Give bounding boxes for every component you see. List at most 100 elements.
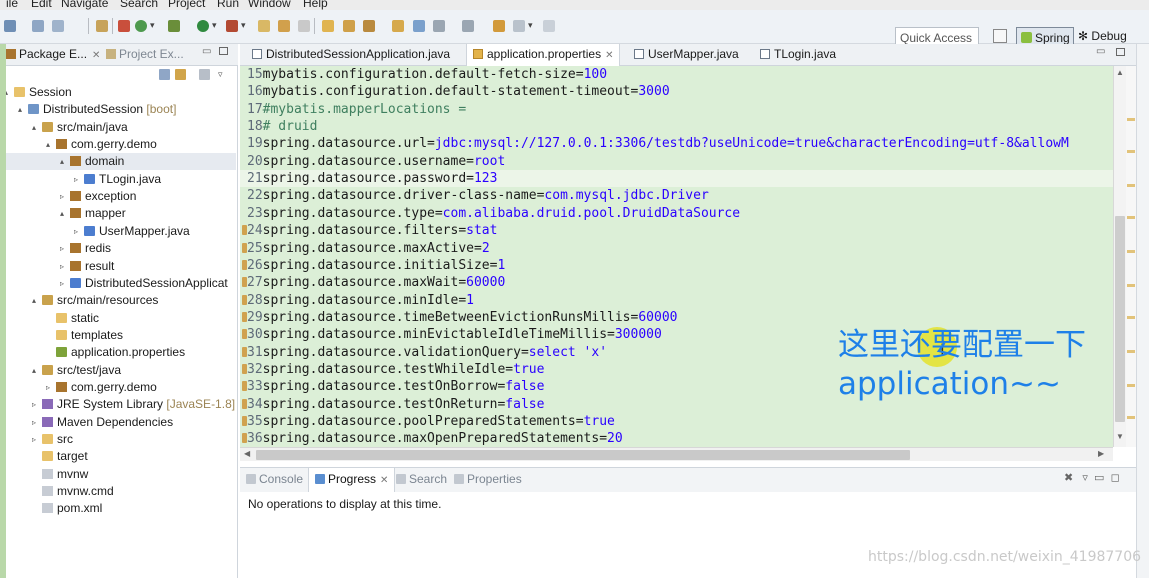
code-line[interactable]: 23spring.datasource.type=com.alibaba.dru… bbox=[240, 205, 1113, 222]
code-line[interactable]: 16mybatis.configuration.default-statemen… bbox=[240, 83, 1113, 100]
tree-item[interactable]: ▴ src/test/java bbox=[0, 362, 236, 379]
tree-item[interactable]: mvnw.cmd bbox=[0, 483, 236, 500]
menu-edit[interactable]: Edit bbox=[31, 0, 52, 10]
ruler-marker[interactable] bbox=[1127, 250, 1135, 253]
tree-item[interactable]: mvnw bbox=[0, 466, 236, 483]
tree-item[interactable]: ▴ mapper bbox=[0, 205, 236, 222]
tab-package-explorer[interactable]: Package E... ✕ bbox=[6, 47, 100, 61]
scroll-down-icon[interactable]: ▼ bbox=[1116, 432, 1124, 441]
save-all-icon[interactable] bbox=[52, 20, 64, 32]
tab-project-explorer[interactable]: Project Ex... bbox=[106, 47, 184, 61]
code-line[interactable]: 19spring.datasource.url=jdbc:mysql://127… bbox=[240, 135, 1113, 152]
tab-tlogin[interactable]: TLogin.java bbox=[754, 44, 842, 66]
tab-console[interactable]: Console bbox=[246, 472, 303, 486]
collapse-arrow-icon[interactable]: ▹ bbox=[60, 258, 70, 275]
maximize-icon[interactable]: ◻ bbox=[1111, 472, 1120, 484]
tree-item[interactable]: ▹ exception bbox=[0, 188, 236, 205]
external-tools-icon[interactable] bbox=[226, 20, 238, 32]
debug-icon[interactable] bbox=[168, 20, 180, 32]
collapse-arrow-icon[interactable]: ▹ bbox=[74, 171, 84, 188]
menu-project[interactable]: Project bbox=[168, 0, 205, 10]
close-icon[interactable]: ✕ bbox=[380, 475, 388, 486]
tab-distributed-session-application[interactable]: DistributedSessionApplication.java bbox=[246, 44, 456, 66]
build-icon[interactable] bbox=[118, 20, 130, 32]
minimize-icon[interactable]: ▭ bbox=[1094, 472, 1104, 484]
view-menu-icon[interactable]: ▿ bbox=[218, 69, 229, 80]
spring-boot-icon[interactable] bbox=[135, 20, 147, 32]
scroll-left-icon[interactable]: ◀ bbox=[244, 449, 250, 458]
ruler-marker[interactable] bbox=[1127, 284, 1135, 287]
expand-arrow-icon[interactable]: ▴ bbox=[18, 101, 28, 118]
tree-item[interactable]: ▹ redis bbox=[0, 240, 236, 257]
tab-user-mapper[interactable]: UserMapper.java bbox=[628, 44, 745, 66]
minimize-icon[interactable]: ▭ bbox=[1096, 46, 1105, 57]
debug-perspective-button[interactable]: ✻ Debug bbox=[1078, 29, 1127, 43]
code-line[interactable]: 28spring.datasource.minIdle=1 bbox=[240, 292, 1113, 309]
collapse-arrow-icon[interactable]: ▹ bbox=[46, 379, 56, 396]
tree-item[interactable]: ▴ com.gerry.demo bbox=[0, 136, 236, 153]
collapse-arrow-icon[interactable]: ▹ bbox=[74, 223, 84, 240]
remove-all-icon[interactable]: ✖ bbox=[1064, 472, 1073, 484]
tree-item[interactable]: ▹ JRE System Library [JavaSE-1.8] bbox=[0, 396, 236, 413]
menu-help[interactable]: Help bbox=[303, 0, 328, 10]
view-menu-icon[interactable]: ▿ bbox=[1082, 472, 1088, 484]
code-line[interactable]: 15mybatis.configuration.default-fetch-si… bbox=[240, 66, 1113, 83]
open-resource-icon[interactable] bbox=[392, 20, 404, 32]
open-task-icon[interactable] bbox=[343, 20, 355, 32]
scroll-up-icon[interactable]: ▲ bbox=[1116, 68, 1124, 77]
editor-horizontal-scrollbar[interactable]: ◀ ▶ bbox=[240, 447, 1113, 461]
overview-ruler[interactable] bbox=[1126, 66, 1136, 447]
tree-item[interactable]: ▹ UserMapper.java bbox=[0, 223, 236, 240]
new-class-icon[interactable] bbox=[298, 20, 310, 32]
collapse-arrow-icon[interactable]: ▹ bbox=[60, 188, 70, 205]
new-package-icon[interactable] bbox=[278, 20, 290, 32]
back-icon[interactable] bbox=[513, 20, 525, 32]
tree-item[interactable]: application.properties bbox=[0, 344, 236, 361]
tree-item[interactable]: target bbox=[0, 448, 236, 465]
code-line[interactable]: 21spring.datasource.password=123 bbox=[240, 170, 1113, 188]
tree-item[interactable]: ▹ result bbox=[0, 258, 236, 275]
close-icon[interactable]: ✕ bbox=[605, 50, 613, 61]
expand-arrow-icon[interactable]: ▴ bbox=[60, 153, 70, 170]
ruler-marker[interactable] bbox=[1127, 150, 1135, 153]
toggle-mark-icon[interactable] bbox=[413, 20, 425, 32]
menu-search[interactable]: Search bbox=[120, 0, 158, 10]
ruler-marker[interactable] bbox=[1127, 384, 1135, 387]
tree-item[interactable]: ▴ src/main/java bbox=[0, 119, 236, 136]
new-icon[interactable] bbox=[4, 20, 16, 32]
maximize-icon[interactable] bbox=[219, 47, 228, 55]
tree-item[interactable]: ▴ DistributedSession [boot] bbox=[0, 101, 236, 118]
menu-navigate[interactable]: Navigate bbox=[61, 0, 108, 10]
chevron-down-icon[interactable]: ▾ bbox=[528, 20, 533, 31]
collapse-arrow-icon[interactable]: ▹ bbox=[60, 275, 70, 292]
ruler-marker[interactable] bbox=[1127, 416, 1135, 419]
ruler-marker[interactable] bbox=[1127, 216, 1135, 219]
tree-item[interactable]: ▹ src bbox=[0, 431, 236, 448]
editor-vertical-scrollbar[interactable]: ▲ ▼ bbox=[1113, 66, 1126, 447]
collapse-arrow-icon[interactable]: ▹ bbox=[60, 240, 70, 257]
collapse-arrow-icon[interactable]: ▹ bbox=[32, 431, 42, 448]
code-line[interactable]: 18# druid bbox=[240, 118, 1113, 135]
save-icon[interactable] bbox=[32, 20, 44, 32]
scroll-right-icon[interactable]: ▶ bbox=[1098, 449, 1104, 458]
tree-item[interactable]: ▴ Session bbox=[0, 84, 236, 101]
tab-properties[interactable]: Properties bbox=[454, 472, 522, 486]
ruler-marker[interactable] bbox=[1127, 184, 1135, 187]
maximize-icon[interactable] bbox=[1116, 48, 1125, 56]
code-line[interactable]: 29spring.datasource.timeBetweenEvictionR… bbox=[240, 309, 1113, 326]
collapse-arrow-icon[interactable]: ▹ bbox=[32, 414, 42, 431]
code-line[interactable]: 24spring.datasource.filters=stat bbox=[240, 222, 1113, 239]
menu-run[interactable]: Run bbox=[217, 0, 239, 10]
tab-progress[interactable]: Progress ✕ bbox=[308, 468, 396, 492]
filter-icon[interactable] bbox=[199, 69, 210, 80]
chevron-down-icon[interactable]: ▾ bbox=[212, 20, 217, 31]
collapse-all-icon[interactable] bbox=[159, 69, 170, 80]
code-line[interactable]: 20spring.datasource.username=root bbox=[240, 153, 1113, 170]
code-line[interactable]: 35spring.datasource.poolPreparedStatemen… bbox=[240, 413, 1113, 430]
tree-item[interactable]: ▹ DistributedSessionApplicat bbox=[0, 275, 236, 292]
collapse-arrow-icon[interactable]: ▹ bbox=[32, 396, 42, 413]
code-line[interactable]: 22spring.datasource.driver-class-name=co… bbox=[240, 187, 1113, 204]
tree-item[interactable]: ▴ domain bbox=[0, 153, 236, 171]
ruler-marker[interactable] bbox=[1127, 118, 1135, 121]
expand-arrow-icon[interactable]: ▴ bbox=[46, 136, 56, 153]
